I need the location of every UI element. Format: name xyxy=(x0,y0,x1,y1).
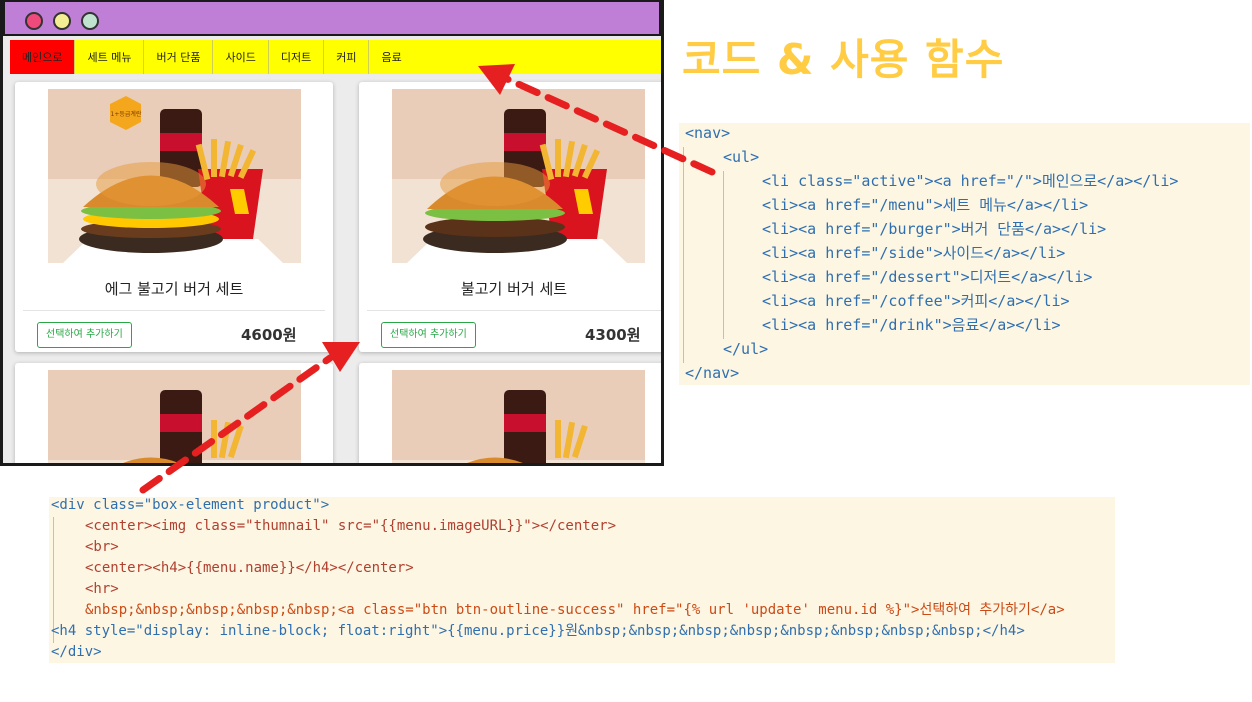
code-line: <h4 style="display: inline-block; float:… xyxy=(51,623,1025,639)
nav-item-main[interactable]: 메인으로 xyxy=(10,40,76,74)
product-thumbnail: 1+등급계란 xyxy=(48,89,301,263)
code-line: <nav> xyxy=(685,124,731,142)
code-line: <li><a href="/dessert">디저트</a></li> xyxy=(762,268,1093,286)
burger-set-image xyxy=(392,89,645,263)
code-line: <li class="active"><a href="/">메인으로</a><… xyxy=(762,172,1179,190)
window-titlebar xyxy=(3,0,661,36)
code-line: &nbsp;&nbsp;&nbsp;&nbsp;&nbsp;<a class="… xyxy=(85,602,1065,618)
maximize-button[interactable] xyxy=(81,12,99,30)
divider xyxy=(367,310,661,311)
product-thumbnail xyxy=(392,370,645,463)
code-line: <li><a href="/coffee">커피</a></li> xyxy=(762,292,1070,310)
code-line: <hr> xyxy=(85,581,119,597)
close-button[interactable] xyxy=(25,12,43,30)
nav-item-dessert[interactable]: 디저트 xyxy=(269,40,325,74)
indent-guide xyxy=(723,171,724,339)
nav-code-block: <nav> <ul> <li class="active"><a href="/… xyxy=(679,123,1250,385)
nav-item-coffee[interactable]: 커피 xyxy=(324,40,370,74)
product-card: 불고기 버거 세트 선택하여 추가하기 4300원 xyxy=(359,82,661,352)
add-to-cart-button[interactable]: 선택하여 추가하기 xyxy=(381,322,476,348)
code-line: </nav> xyxy=(685,364,740,382)
product-name: 불고기 버거 세트 xyxy=(460,280,568,298)
indent-guide xyxy=(683,147,684,363)
burger-set-image: 1+등급계란 xyxy=(48,89,301,263)
nav-item-set-menu[interactable]: 세트 메뉴 xyxy=(75,40,145,74)
browser-window: 메인으로 세트 메뉴 버거 단품 사이드 디저트 커피 음료 1+등급계란 에그… xyxy=(0,0,664,466)
nav-bar: 메인으로 세트 메뉴 버거 단품 사이드 디저트 커피 음료 xyxy=(10,40,661,74)
page-title: 코드 & 사용 함수 xyxy=(682,35,1005,84)
code-line: <li><a href="/drink">음료</a></li> xyxy=(762,316,1061,334)
product-name: 에그 불고기 버거 세트 xyxy=(104,280,244,298)
code-line: <center><h4>{{menu.name}}</h4></center> xyxy=(85,560,414,576)
minimize-button[interactable] xyxy=(53,12,71,30)
product-thumbnail xyxy=(392,89,645,263)
divider xyxy=(23,310,325,311)
code-line: <br> xyxy=(85,539,119,555)
burger-set-image xyxy=(48,370,301,463)
code-line: </ul> xyxy=(723,340,769,358)
badge-text: 1+등급계란 xyxy=(111,110,142,118)
code-line: <li><a href="/burger">버거 단품</a></li> xyxy=(762,220,1107,238)
nav-item-burger[interactable]: 버거 단품 xyxy=(144,40,214,74)
add-to-cart-button[interactable]: 선택하여 추가하기 xyxy=(37,322,132,348)
product-price: 4300원 xyxy=(585,326,641,344)
code-line: <li><a href="/side">사이드</a></li> xyxy=(762,244,1066,262)
code-line: </div> xyxy=(51,644,102,660)
nav-item-side[interactable]: 사이드 xyxy=(213,40,269,74)
code-line: <ul> xyxy=(723,148,760,166)
nav-item-drink[interactable]: 음료 xyxy=(369,40,413,74)
code-line: <li><a href="/menu">세트 메뉴</a></li> xyxy=(762,196,1089,214)
product-card xyxy=(359,363,661,463)
product-code-block: <div class="box-element product"> <cente… xyxy=(49,497,1115,663)
code-line: <center><img class="thumnail" src="{{men… xyxy=(85,518,617,534)
product-card: 1+등급계란 에그 불고기 버거 세트 선택하여 추가하기 4600원 xyxy=(15,82,333,352)
burger-set-image xyxy=(392,370,645,463)
code-line: <div class="box-element product"> xyxy=(51,497,330,513)
product-thumbnail xyxy=(48,370,301,463)
product-price: 4600원 xyxy=(241,326,297,344)
product-card xyxy=(15,363,333,463)
